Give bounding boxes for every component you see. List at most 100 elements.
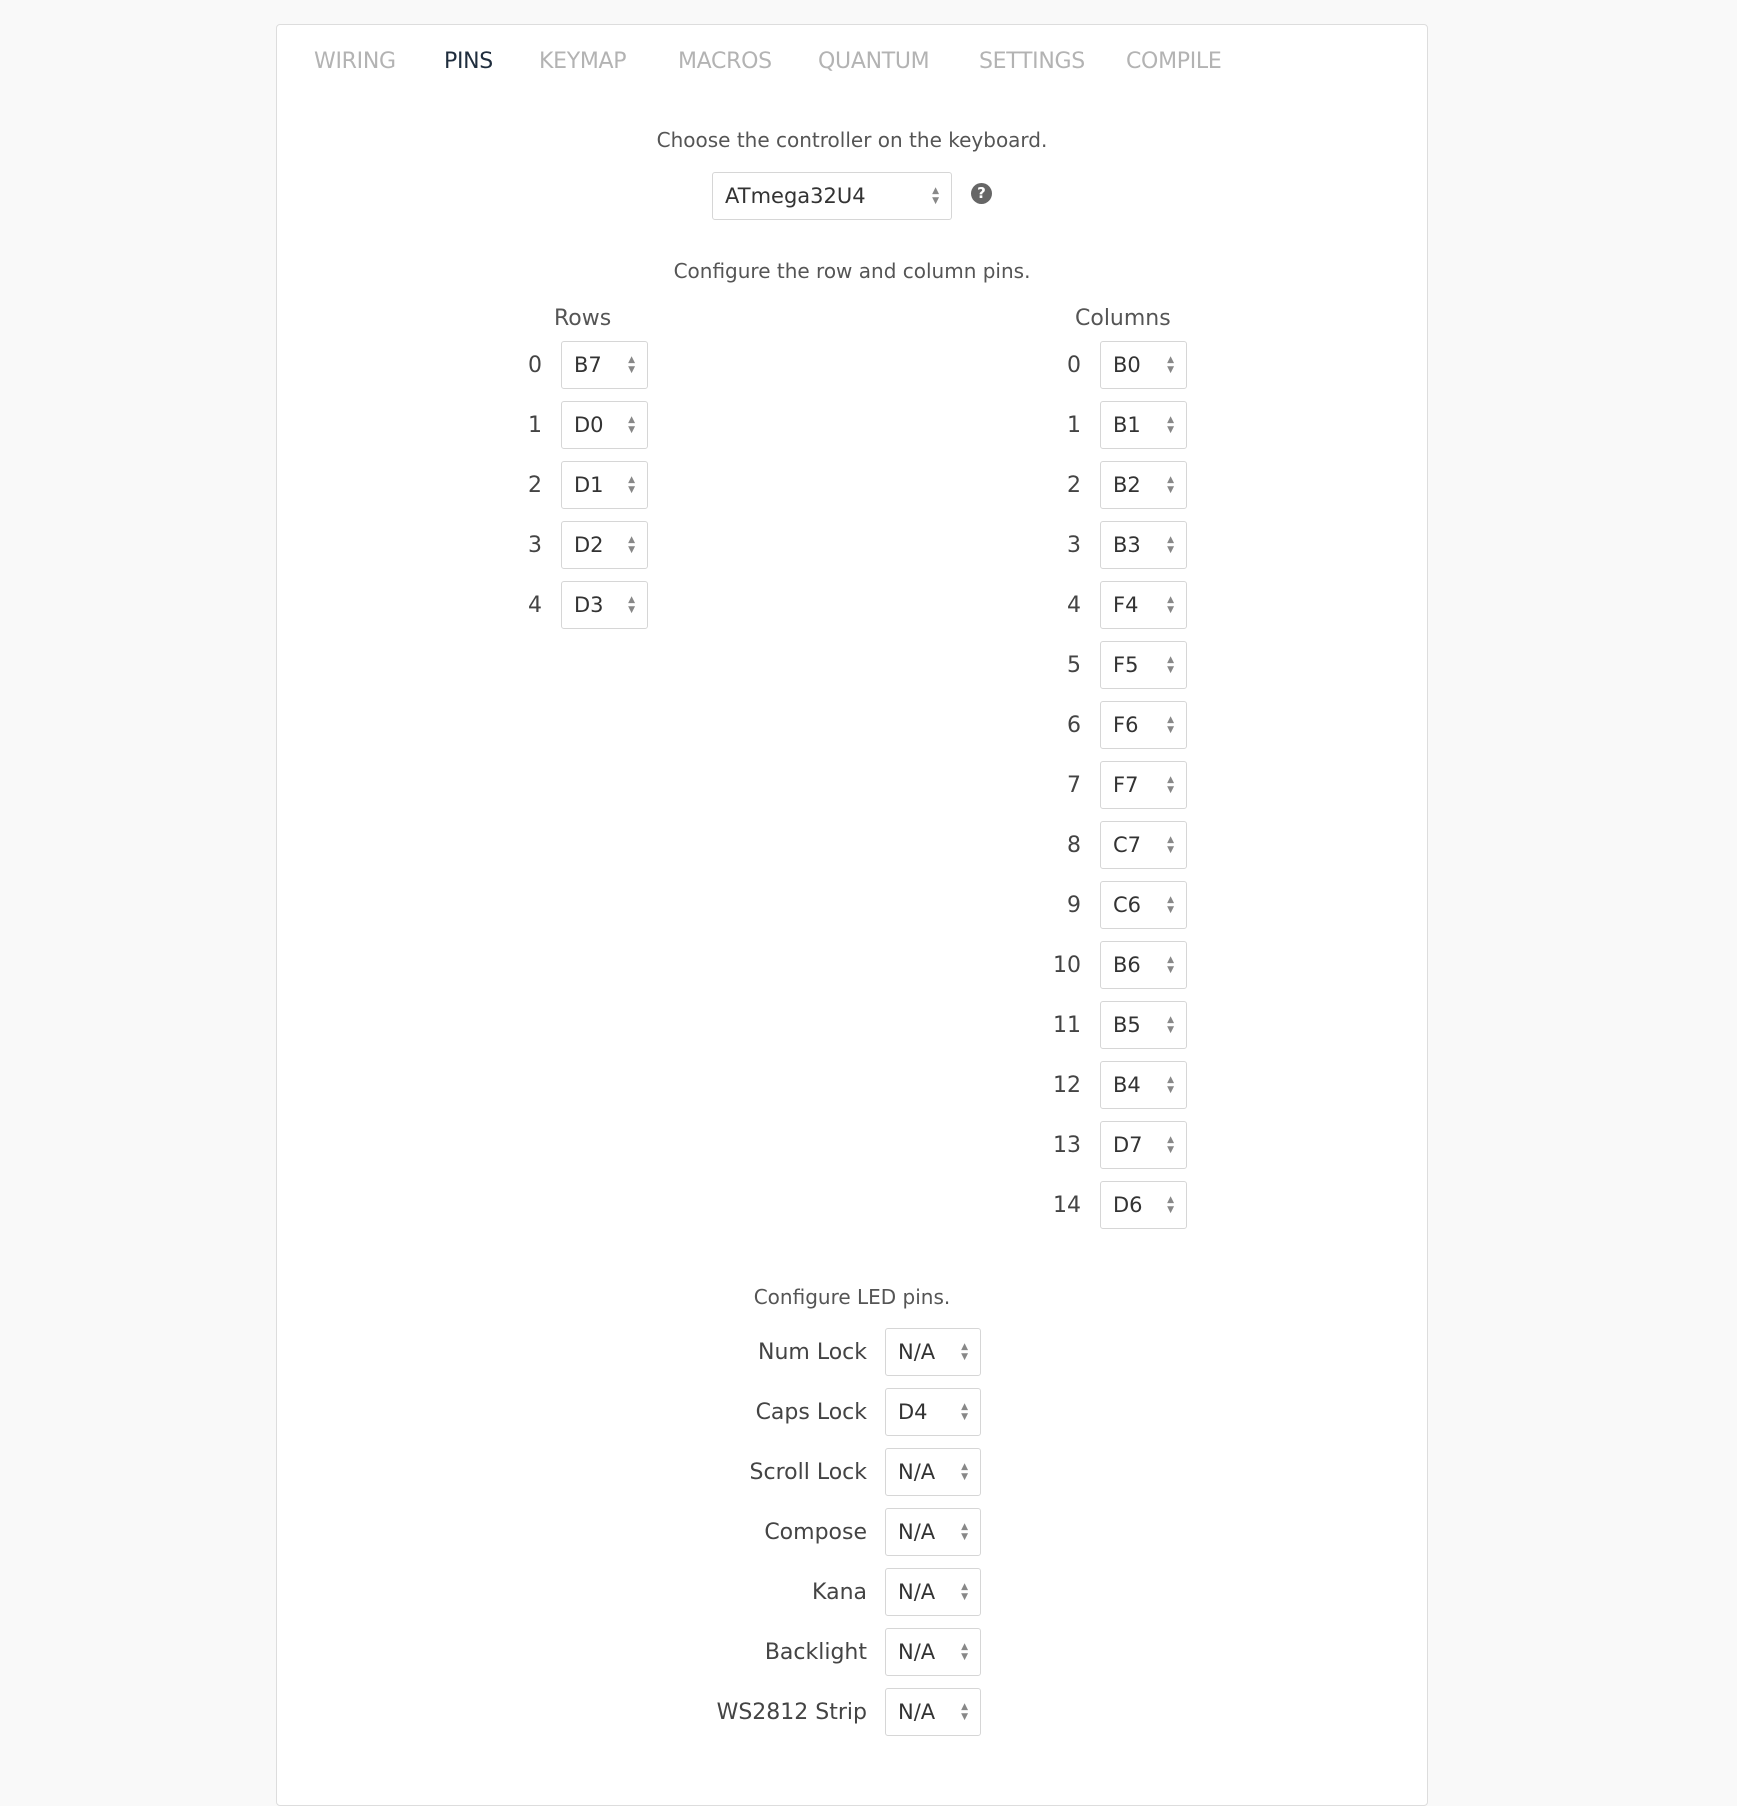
controller-prompt: Choose the controller on the keyboard. (656, 128, 1048, 152)
row-pin-select-4[interactable]: D3 ▲ ▼ (561, 581, 648, 629)
column-pin-select-2[interactable]: B2 ▲ ▼ (1100, 461, 1187, 509)
led-pin-select-2-value: N/A (898, 1460, 936, 1484)
row-index-2: 2 (528, 473, 542, 498)
column-pin-select-12-value: B4 (1113, 1073, 1141, 1097)
column-pin-select-1[interactable]: B1 ▲ ▼ (1100, 401, 1187, 449)
select-arrows-icon: ▲ ▼ (1167, 595, 1174, 615)
column-index-13: 13 (1053, 1133, 1081, 1158)
led-pin-select-6[interactable]: N/A ▲ ▼ (885, 1688, 981, 1736)
column-index-6: 6 (1067, 713, 1081, 738)
tab-wiring[interactable]: WIRING (314, 49, 396, 74)
row-pin-select-3[interactable]: D2 ▲ ▼ (561, 521, 648, 569)
select-arrows-icon: ▲ ▼ (961, 1642, 968, 1662)
led-pin-select-3-value: N/A (898, 1520, 936, 1544)
tab-compile[interactable]: COMPILE (1126, 49, 1222, 74)
select-arrows-icon: ▲ ▼ (961, 1702, 968, 1722)
column-pin-select-10[interactable]: B6 ▲ ▼ (1100, 941, 1187, 989)
select-arrows-icon: ▲ ▼ (1167, 835, 1174, 855)
matrix-prompt: Configure the row and column pins. (673, 259, 1031, 283)
led-pin-select-4[interactable]: N/A ▲ ▼ (885, 1568, 981, 1616)
tab-macros[interactable]: MACROS (678, 49, 772, 74)
tab-quantum[interactable]: QUANTUM (818, 49, 930, 74)
led-label: Caps Lock (755, 1400, 867, 1425)
select-arrows-icon: ▲ ▼ (1167, 1195, 1174, 1215)
column-index-12: 12 (1053, 1073, 1081, 1098)
row-pin-select-1[interactable]: D0 ▲ ▼ (561, 401, 648, 449)
select-arrows-icon: ▲ ▼ (1167, 535, 1174, 555)
row-pin-select-2[interactable]: D1 ▲ ▼ (561, 461, 648, 509)
row-index-3: 3 (528, 533, 542, 558)
select-arrows-icon: ▲ ▼ (1167, 955, 1174, 975)
column-pin-select-14[interactable]: D6 ▲ ▼ (1100, 1181, 1187, 1229)
column-pin-select-2-value: B2 (1113, 473, 1141, 497)
select-arrows-icon: ▲ ▼ (961, 1342, 968, 1362)
select-arrows-icon: ▲ ▼ (961, 1522, 968, 1542)
select-arrows-icon: ▲ ▼ (1167, 355, 1174, 375)
row-pin-select-0-value: B7 (574, 353, 602, 377)
led-pin-select-5-value: N/A (898, 1640, 936, 1664)
row-pin-select-3-value: D2 (574, 533, 604, 557)
column-pin-select-0[interactable]: B0 ▲ ▼ (1100, 341, 1187, 389)
select-arrows-icon: ▲ ▼ (1167, 775, 1174, 795)
column-index-0: 0 (1067, 353, 1081, 378)
led-pin-select-6-value: N/A (898, 1700, 936, 1724)
row-index-4: 4 (528, 593, 542, 618)
column-pin-select-10-value: B6 (1113, 953, 1141, 977)
column-index-10: 10 (1053, 953, 1081, 978)
column-pin-select-7[interactable]: F7 ▲ ▼ (1100, 761, 1187, 809)
select-arrows-icon: ▲ ▼ (1167, 1135, 1174, 1155)
column-pin-select-8-value: C7 (1113, 833, 1142, 857)
led-pin-select-1-value: D4 (898, 1400, 928, 1424)
led-label: Scroll Lock (749, 1460, 867, 1485)
led-pin-select-4-value: N/A (898, 1580, 936, 1604)
led-label: Num Lock (758, 1340, 867, 1365)
led-prompt: Configure LED pins. (753, 1285, 951, 1309)
column-pin-select-1-value: B1 (1113, 413, 1141, 437)
select-arrows-icon: ▲ ▼ (1167, 475, 1174, 495)
column-pin-select-13[interactable]: D7 ▲ ▼ (1100, 1121, 1187, 1169)
column-pin-select-7-value: F7 (1113, 773, 1139, 797)
column-index-8: 8 (1067, 833, 1081, 858)
column-pin-select-11[interactable]: B5 ▲ ▼ (1100, 1001, 1187, 1049)
row-index-0: 0 (528, 353, 542, 378)
tab-bar: WIRING PINS KEYMAP MACROS QUANTUM SETTIN… (277, 25, 1427, 105)
column-pin-select-14-value: D6 (1113, 1193, 1143, 1217)
tab-keymap[interactable]: KEYMAP (539, 49, 627, 74)
led-pin-select-2[interactable]: N/A ▲ ▼ (885, 1448, 981, 1496)
column-index-7: 7 (1067, 773, 1081, 798)
select-arrows-icon: ▲ ▼ (628, 475, 635, 495)
columns-header: Columns (1075, 306, 1171, 331)
column-pin-select-8[interactable]: C7 ▲ ▼ (1100, 821, 1187, 869)
select-arrows-icon: ▲ ▼ (1167, 1075, 1174, 1095)
column-pin-select-0-value: B0 (1113, 353, 1141, 377)
column-pin-select-9-value: C6 (1113, 893, 1142, 917)
led-pin-select-5[interactable]: N/A ▲ ▼ (885, 1628, 981, 1676)
led-pin-select-0[interactable]: N/A ▲ ▼ (885, 1328, 981, 1376)
column-pin-select-4[interactable]: F4 ▲ ▼ (1100, 581, 1187, 629)
tab-settings[interactable]: SETTINGS (979, 49, 1085, 74)
column-pin-select-13-value: D7 (1113, 1133, 1143, 1157)
select-arrows-icon: ▲ ▼ (961, 1402, 968, 1422)
column-index-1: 1 (1067, 413, 1081, 438)
select-arrows-icon: ▲ ▼ (628, 535, 635, 555)
help-icon[interactable]: ? (971, 183, 992, 204)
tab-pins[interactable]: PINS (444, 49, 493, 74)
column-index-5: 5 (1067, 653, 1081, 678)
column-pin-select-4-value: F4 (1113, 593, 1139, 617)
pins-panel: WIRING PINS KEYMAP MACROS QUANTUM SETTIN… (276, 24, 1428, 1806)
led-pin-select-1[interactable]: D4 ▲ ▼ (885, 1388, 981, 1436)
row-pin-select-0[interactable]: B7 ▲ ▼ (561, 341, 648, 389)
led-pin-select-3[interactable]: N/A ▲ ▼ (885, 1508, 981, 1556)
controller-select[interactable]: ATmega32U4 ▲ ▼ (712, 172, 952, 220)
column-pin-select-12[interactable]: B4 ▲ ▼ (1100, 1061, 1187, 1109)
rows-header: Rows (554, 306, 612, 331)
column-pin-select-9[interactable]: C6 ▲ ▼ (1100, 881, 1187, 929)
select-arrows-icon: ▲ ▼ (961, 1582, 968, 1602)
select-arrows-icon: ▲ ▼ (628, 355, 635, 375)
column-pin-select-5-value: F5 (1113, 653, 1139, 677)
column-pin-select-6[interactable]: F6 ▲ ▼ (1100, 701, 1187, 749)
column-pin-select-5[interactable]: F5 ▲ ▼ (1100, 641, 1187, 689)
column-pin-select-3[interactable]: B3 ▲ ▼ (1100, 521, 1187, 569)
column-pin-select-3-value: B3 (1113, 533, 1141, 557)
column-index-3: 3 (1067, 533, 1081, 558)
